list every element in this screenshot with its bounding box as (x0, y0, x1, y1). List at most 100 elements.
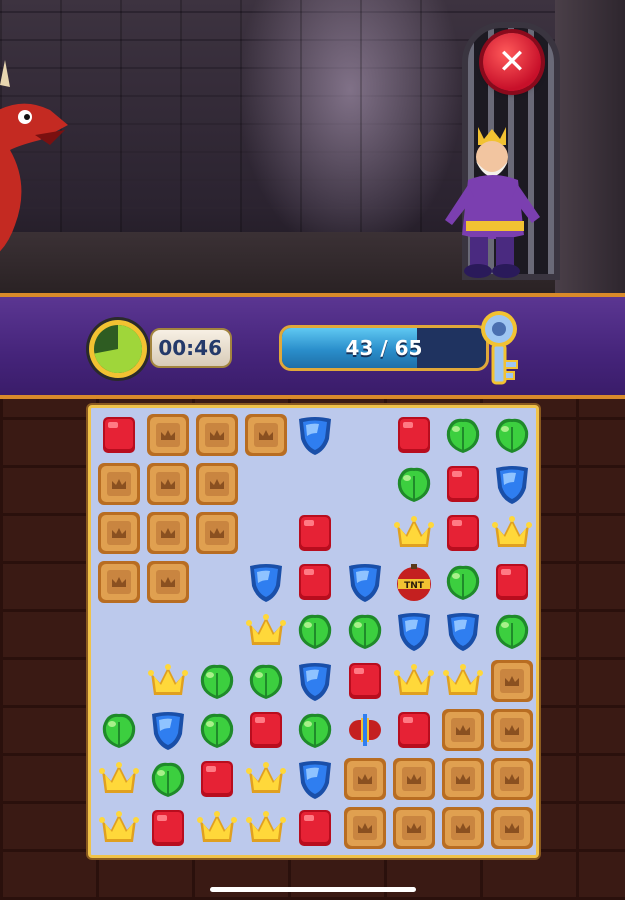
tile-yellow-crown[interactable] (242, 804, 291, 853)
blue-shield-icon (299, 760, 332, 799)
progress-text: 43 / 65 (345, 336, 423, 360)
tile-red-cube[interactable] (242, 705, 291, 754)
yellow-crown-icon (246, 811, 287, 843)
green-leaf-icon (102, 713, 135, 748)
yellow-crown-icon (98, 811, 139, 843)
red-cube-icon (200, 760, 233, 797)
tile-blue-shield[interactable] (438, 607, 487, 656)
green-leaf-icon (299, 615, 332, 650)
tile-green-leaf[interactable] (488, 607, 537, 656)
tile-yellow-crown[interactable] (143, 656, 192, 705)
green-leaf-icon (397, 467, 430, 502)
tile-yellow-crown[interactable] (242, 607, 291, 656)
tile-rocket-powerup[interactable] (340, 705, 389, 754)
red-cube-icon (299, 514, 332, 551)
king-character (445, 127, 540, 278)
wooden-crate-icon (146, 511, 189, 554)
wooden-crate-icon (491, 757, 534, 800)
tile-wooden-crate (143, 410, 192, 459)
tile-green-leaf[interactable] (242, 656, 291, 705)
tile-red-cube[interactable] (192, 754, 241, 803)
wooden-crate-icon (97, 462, 140, 505)
dungeon-scene: ✕ (0, 0, 625, 293)
tile-yellow-crown[interactable] (488, 508, 537, 557)
yellow-crown-icon (98, 761, 139, 793)
tile-green-leaf[interactable] (192, 705, 241, 754)
game-board[interactable]: TNT (88, 405, 539, 858)
red-cube-icon (446, 465, 479, 502)
red-cube-icon (496, 564, 529, 601)
tile-wooden-crate (192, 508, 241, 557)
progress-bar: 43 / 65 (279, 325, 489, 371)
tile-red-cube[interactable] (438, 508, 487, 557)
tile-wooden-crate (192, 459, 241, 508)
tile-tnt-bomb[interactable]: TNT (389, 558, 438, 607)
tile-green-leaf[interactable] (291, 705, 340, 754)
blue-shield-icon (348, 564, 381, 603)
tile-green-leaf[interactable] (488, 410, 537, 459)
level-hud: 00:46 43 / 65 (0, 293, 625, 399)
dragon-character (0, 60, 68, 252)
tile-green-leaf[interactable] (340, 607, 389, 656)
tile-green-leaf[interactable] (389, 459, 438, 508)
tile-blue-shield[interactable] (291, 754, 340, 803)
wooden-crate-icon (146, 413, 189, 456)
wooden-crate-icon (146, 561, 189, 604)
tile-green-leaf[interactable] (143, 754, 192, 803)
tile-wooden-crate (488, 656, 537, 705)
wooden-crate-icon (491, 659, 534, 702)
tile-red-cube[interactable] (291, 508, 340, 557)
tile-green-leaf[interactable] (192, 656, 241, 705)
wooden-crate-icon (441, 757, 484, 800)
tile-green-leaf[interactable] (438, 410, 487, 459)
tile-blue-shield[interactable] (242, 558, 291, 607)
green-leaf-icon (200, 664, 234, 699)
green-leaf-icon (446, 418, 480, 453)
tile-yellow-crown[interactable] (94, 804, 143, 853)
wooden-crate-icon (441, 807, 484, 850)
tnt-bomb-icon: TNT (396, 564, 431, 602)
blue-shield-icon (151, 711, 184, 750)
tile-red-cube[interactable] (143, 804, 192, 853)
wooden-crate-icon (146, 462, 189, 505)
tile-red-cube[interactable] (340, 656, 389, 705)
tile-blue-shield[interactable] (488, 459, 537, 508)
tile-wooden-crate (94, 558, 143, 607)
yellow-crown-icon (492, 515, 533, 547)
tile-wooden-crate (94, 459, 143, 508)
tile-blue-shield[interactable] (291, 656, 340, 705)
blue-shield-icon (397, 613, 430, 652)
tile-yellow-crown[interactable] (389, 508, 438, 557)
tile-yellow-crown[interactable] (242, 754, 291, 803)
tile-green-leaf[interactable] (94, 705, 143, 754)
tile-red-cube[interactable] (438, 459, 487, 508)
tile-yellow-crown[interactable] (94, 754, 143, 803)
tile-green-leaf[interactable] (438, 558, 487, 607)
timer-display: 00:46 (150, 328, 232, 368)
tile-yellow-crown[interactable] (438, 656, 487, 705)
rocket-powerup-icon (348, 713, 381, 746)
tile-green-leaf[interactable] (291, 607, 340, 656)
blue-shield-icon (446, 613, 479, 652)
green-leaf-icon (200, 713, 234, 748)
wooden-crate-icon (491, 708, 534, 751)
tile-wooden-crate (488, 804, 537, 853)
tile-red-cube[interactable] (291, 804, 340, 853)
tile-red-cube[interactable] (488, 558, 537, 607)
tile-red-cube[interactable] (291, 558, 340, 607)
wooden-crate-icon (245, 413, 288, 456)
tile-blue-shield[interactable] (389, 607, 438, 656)
tile-wooden-crate (438, 754, 487, 803)
tile-red-cube[interactable] (389, 410, 438, 459)
tile-red-cube[interactable] (94, 410, 143, 459)
home-indicator[interactable] (210, 887, 416, 892)
tile-blue-shield[interactable] (340, 558, 389, 607)
tile-red-cube[interactable] (389, 705, 438, 754)
tile-yellow-crown[interactable] (389, 656, 438, 705)
tile-blue-shield[interactable] (291, 410, 340, 459)
green-leaf-icon (446, 565, 480, 601)
tile-blue-shield[interactable] (143, 705, 192, 754)
wooden-crate-icon (97, 511, 140, 554)
close-button[interactable]: ✕ (483, 33, 541, 91)
tile-yellow-crown[interactable] (192, 804, 241, 853)
